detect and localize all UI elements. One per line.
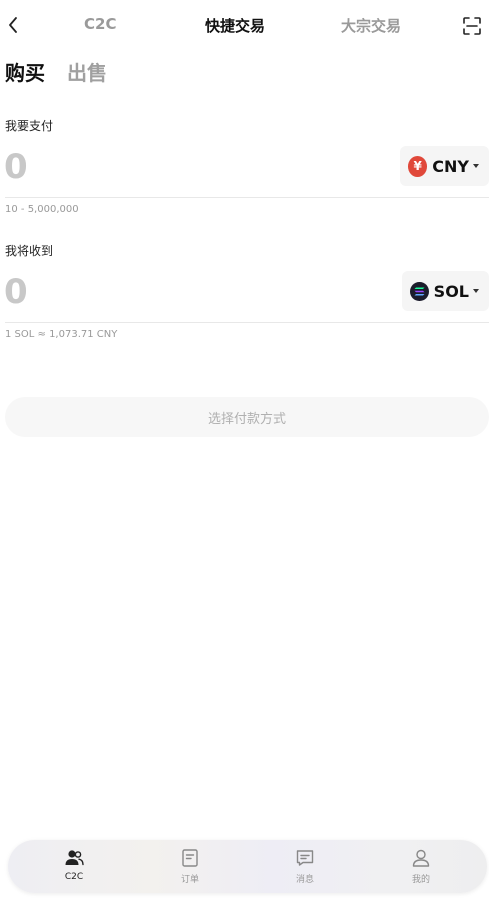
- nav-label-messages: 消息: [295, 875, 314, 885]
- buy-tab[interactable]: 购买: [5, 57, 45, 86]
- tab-c2c[interactable]: C2C: [84, 15, 116, 33]
- cny-icon: ¥: [408, 155, 428, 177]
- order-icon: [182, 849, 198, 867]
- sell-tab[interactable]: 出售: [67, 57, 107, 86]
- pay-label: 我要支付: [5, 119, 54, 133]
- pay-currency-code: CNY: [432, 156, 469, 176]
- top-bar: C2C 快捷交易 大宗交易: [0, 0, 489, 52]
- users-icon: [65, 850, 84, 866]
- exchange-rate-hint: 1 SOL ≈ 1,073.71 CNY: [5, 329, 118, 340]
- select-payment-method-button[interactable]: 选择付款方式: [5, 397, 489, 437]
- pay-amount-input[interactable]: [4, 145, 384, 189]
- nav-item-c2c[interactable]: C2C: [34, 848, 114, 882]
- nav-item-messages[interactable]: 消息: [265, 848, 345, 885]
- chevron-left-icon: [9, 17, 17, 33]
- receive-amount-input[interactable]: [4, 270, 384, 314]
- scan-icon: [463, 17, 481, 35]
- scan-button[interactable]: [462, 16, 482, 36]
- back-button[interactable]: [4, 14, 22, 36]
- tab-block-trade[interactable]: 大宗交易: [341, 15, 401, 36]
- nav-item-orders[interactable]: 订单: [150, 848, 230, 885]
- receive-currency-selector[interactable]: SOL: [402, 271, 489, 311]
- tab-quick-trade[interactable]: 快捷交易: [205, 15, 265, 36]
- caret-down-icon: [473, 289, 479, 293]
- receive-currency-code: SOL: [433, 281, 469, 301]
- nav-item-mine[interactable]: 我的: [381, 848, 461, 885]
- divider: [5, 197, 489, 198]
- sol-icon: [410, 281, 429, 301]
- nav-label-orders: 订单: [180, 875, 199, 885]
- receive-label: 我将收到: [5, 244, 54, 258]
- nav-label-c2c: C2C: [64, 872, 84, 882]
- caret-down-icon: [473, 164, 479, 168]
- pay-currency-selector[interactable]: ¥ CNY: [400, 146, 489, 186]
- divider: [5, 322, 489, 323]
- profile-icon: [412, 849, 430, 867]
- pay-range-hint: 10 - 5,000,000: [5, 204, 79, 215]
- message-icon: [296, 850, 314, 866]
- bottom-nav: C2C 订单 消息 我的: [8, 840, 487, 893]
- nav-label-mine: 我的: [411, 875, 430, 885]
